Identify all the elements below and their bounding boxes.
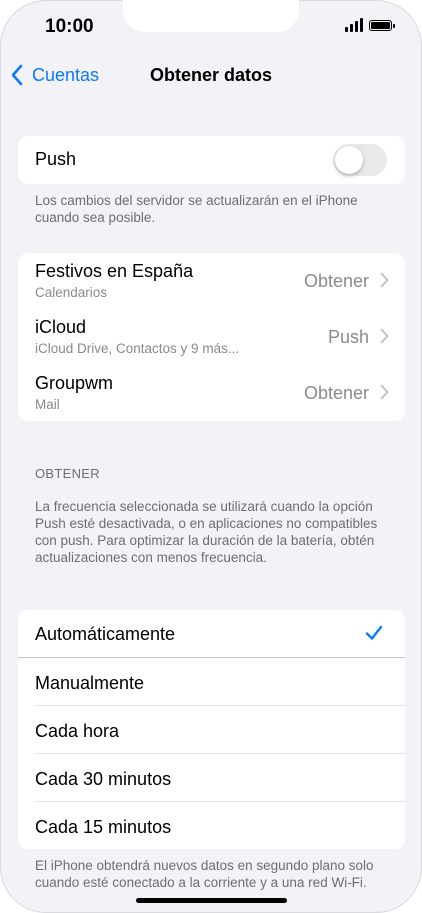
account-type: Calendarios	[35, 285, 108, 300]
navigation-bar: Cuentas Obtener datos	[0, 58, 422, 94]
fetch-description: La frecuencia seleccionada se utilizará …	[35, 499, 378, 565]
fetch-options-group: Automáticamente Manualmente Cada hora Ca…	[18, 610, 405, 849]
toggle-knob	[335, 146, 363, 174]
checkmark-icon	[365, 625, 383, 640]
account-type: Mail	[35, 397, 60, 412]
status-time: 10:00	[45, 16, 94, 37]
option-label: Cada hora	[35, 721, 120, 741]
option-label: Automáticamente	[35, 624, 176, 644]
option-label: Cada 15 minutos	[35, 817, 172, 837]
push-group: Push	[18, 136, 405, 184]
option-manual[interactable]: Manualmente	[18, 658, 405, 705]
fetch-section-header: OBTENER	[35, 466, 100, 481]
phone-screen: 10:00 Cuentas Obtener datos Push Los cam…	[0, 0, 422, 913]
chevron-right-icon	[380, 272, 389, 288]
account-row-icloud[interactable]: iCloud iCloud Drive, Contactos y 9 más..…	[18, 309, 405, 365]
page-title: Obtener datos	[149, 65, 273, 85]
fetch-footnote: El iPhone obtendrá nuevos datos en segun…	[35, 858, 374, 890]
notch	[123, 0, 299, 32]
push-footnote: Los cambios del servidor se actualizarán…	[35, 193, 358, 225]
account-name: Festivos en España	[35, 261, 194, 281]
status-icons	[345, 18, 395, 32]
account-fetch-value: Obtener	[303, 271, 369, 291]
account-row-festivos[interactable]: Festivos en España Calendarios Obtener	[18, 253, 405, 309]
option-hourly[interactable]: Cada hora	[18, 706, 405, 753]
chevron-right-icon	[380, 328, 389, 344]
push-row: Push	[18, 136, 405, 184]
option-30-minutes[interactable]: Cada 30 minutos	[18, 754, 405, 801]
home-indicator[interactable]	[136, 898, 287, 903]
accounts-group: Festivos en España Calendarios Obtener i…	[18, 253, 405, 421]
push-label: Push	[35, 149, 77, 169]
option-label: Cada 30 minutos	[35, 769, 172, 789]
chevron-right-icon	[380, 384, 389, 400]
signal-icon	[345, 18, 363, 32]
option-15-minutes[interactable]: Cada 15 minutos	[18, 802, 405, 849]
account-fetch-value: Push	[327, 327, 369, 347]
account-row-groupwm[interactable]: Groupwm Mail Obtener	[18, 365, 405, 421]
account-name: Groupwm	[35, 373, 114, 393]
account-fetch-value: Obtener	[303, 383, 369, 403]
battery-icon	[369, 19, 395, 31]
option-automatic[interactable]: Automáticamente	[18, 610, 405, 657]
push-toggle[interactable]	[333, 144, 387, 176]
option-label: Manualmente	[35, 673, 145, 693]
account-type: iCloud Drive, Contactos y 9 más...	[35, 341, 240, 356]
account-name: iCloud	[35, 317, 87, 337]
